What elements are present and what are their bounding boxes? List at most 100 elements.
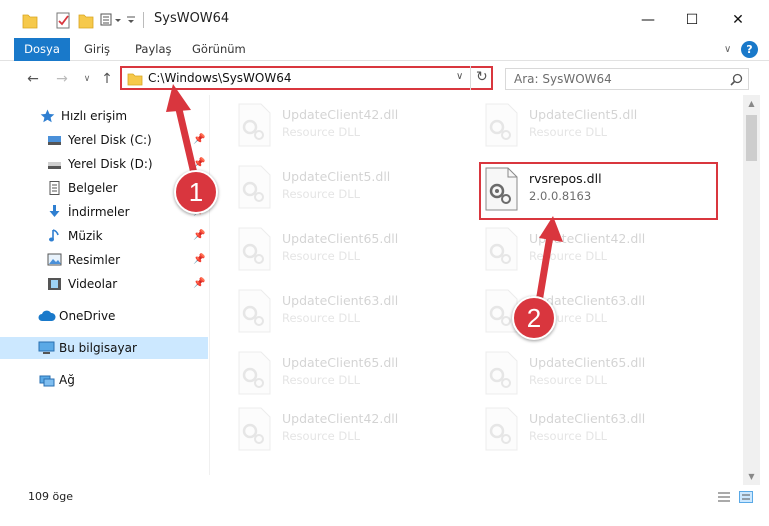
video-icon <box>48 278 61 290</box>
customize-toolbar-icon[interactable] <box>100 10 138 30</box>
dll-file-icon <box>238 165 271 209</box>
tab-share[interactable]: Paylaş <box>127 38 180 61</box>
large-icons-view-icon[interactable] <box>738 490 754 504</box>
tab-view[interactable]: Görünüm <box>184 38 254 61</box>
search-icon[interactable] <box>730 73 743 86</box>
nav-item-onedrive[interactable]: OneDrive <box>0 305 208 327</box>
star-icon <box>40 109 55 123</box>
address-row: ← → ∨ ↑ C:\Windows\SysWOW64 ∨ ↻ Ara: Sys… <box>0 61 769 95</box>
file-description: Resource DLL <box>282 187 361 201</box>
title-bar: SysWOW64 — ☐ ✕ <box>0 0 769 38</box>
pane-divider[interactable] <box>209 95 210 475</box>
nav-item-label: OneDrive <box>59 309 116 323</box>
file-tile[interactable]: UpdateClient65.dll Resource DLL <box>214 221 454 279</box>
nav-item-this-pc[interactable]: Bu bilgisayar <box>0 337 208 359</box>
ribbon-tabs: Dosya Giriş Paylaş Görünüm ∨ ? <box>0 38 769 61</box>
navigation-pane: Hızlı erişim Yerel Disk (C:) 📌 Yerel Dis… <box>0 95 208 485</box>
file-description: Resource DLL <box>529 125 608 139</box>
nav-item-label: Yerel Disk (D:) <box>68 157 153 171</box>
tab-file[interactable]: Dosya <box>14 38 70 61</box>
nav-item-pictures[interactable]: Resimler 📌 <box>0 249 208 271</box>
nav-item-label: Ağ <box>59 373 75 387</box>
file-name: UpdateClient42.dll <box>529 231 646 246</box>
properties-icon[interactable] <box>55 10 71 30</box>
file-tile[interactable]: UpdateClient42.dll Resource DLL <box>214 97 454 155</box>
document-icon <box>49 181 60 195</box>
search-input[interactable]: Ara: SysWOW64 <box>505 68 749 90</box>
scroll-thumb[interactable] <box>746 115 757 161</box>
file-tile[interactable]: UpdateClient65.dll Resource DLL <box>461 345 701 403</box>
back-button[interactable]: ← <box>24 70 42 88</box>
folder-icon[interactable] <box>22 10 38 30</box>
dll-file-icon <box>238 227 271 271</box>
address-path: C:\Windows\SysWOW64 <box>148 71 292 85</box>
nav-item-local-disk-d[interactable]: Yerel Disk (D:) 📌 <box>0 153 208 175</box>
file-name: UpdateClient65.dll <box>529 355 646 370</box>
nav-item-label: Belgeler <box>68 181 118 195</box>
pin-icon: 📌 <box>193 230 206 241</box>
file-name: UpdateClient63.dll <box>529 411 646 426</box>
pin-icon: 📌 <box>193 254 206 265</box>
file-description: Resource DLL <box>282 373 361 387</box>
nav-item-label: Videolar <box>68 277 118 291</box>
file-name: UpdateClient42.dll <box>282 107 399 122</box>
pin-icon: 📌 <box>193 278 206 289</box>
window-title: SysWOW64 <box>154 11 230 26</box>
minimize-button[interactable]: — <box>626 6 670 34</box>
item-count: 109 öge <box>28 490 73 503</box>
details-view-icon[interactable] <box>716 490 732 504</box>
title-separator <box>143 12 144 28</box>
refresh-icon[interactable]: ↻ <box>476 69 488 85</box>
file-name: UpdateClient65.dll <box>282 355 399 370</box>
file-name: UpdateClient63.dll <box>282 293 399 308</box>
highlight-box <box>479 162 718 220</box>
file-tile[interactable]: UpdateClient5.dll Resource DLL <box>214 159 454 217</box>
new-folder-icon[interactable] <box>78 10 94 30</box>
network-icon <box>39 375 55 387</box>
file-tile[interactable]: UpdateClient42.dll Resource DLL <box>214 401 454 459</box>
nav-item-label: Bu bilgisayar <box>59 341 137 355</box>
file-tile[interactable]: UpdateClient63.dll Resource DLL <box>461 283 701 341</box>
file-list: UpdateClient42.dll Resource DLL UpdateCl… <box>214 95 742 485</box>
dll-file-icon <box>238 351 271 395</box>
vertical-scrollbar[interactable]: ▲ ▼ <box>743 95 760 485</box>
nav-item-label: Hızlı erişim <box>61 109 128 123</box>
scroll-down-icon[interactable]: ▼ <box>743 468 760 485</box>
nav-item-network[interactable]: Ağ <box>0 369 208 391</box>
dll-file-icon <box>238 289 271 333</box>
address-dropdown-icon[interactable]: ∨ <box>456 71 463 82</box>
pin-icon: 📌 <box>193 134 206 145</box>
scroll-up-icon[interactable]: ▲ <box>743 95 760 112</box>
recent-locations-button[interactable]: ∨ <box>78 70 96 88</box>
file-tile[interactable]: UpdateClient63.dll Resource DLL <box>214 283 454 341</box>
file-description: Resource DLL <box>282 249 361 263</box>
dll-file-icon <box>485 103 518 147</box>
file-tile[interactable]: UpdateClient42.dll Resource DLL <box>461 221 701 279</box>
ribbon-collapse-icon[interactable]: ∨ <box>716 38 739 61</box>
nav-item-quick-access[interactable]: Hızlı erişim <box>0 105 208 127</box>
download-icon <box>49 205 60 217</box>
maximize-button[interactable]: ☐ <box>670 6 714 34</box>
file-tile[interactable]: UpdateClient5.dll Resource DLL <box>461 97 701 155</box>
nav-item-music[interactable]: Müzik 📌 <box>0 225 208 247</box>
file-tile[interactable]: UpdateClient65.dll Resource DLL <box>214 345 454 403</box>
file-name: UpdateClient42.dll <box>282 411 399 426</box>
file-tile[interactable]: UpdateClient63.dll Resource DLL <box>461 401 701 459</box>
close-button[interactable]: ✕ <box>716 6 760 34</box>
help-icon[interactable]: ? <box>741 41 758 58</box>
dll-file-icon <box>485 351 518 395</box>
pictures-icon <box>47 253 62 266</box>
dll-file-icon <box>485 407 518 451</box>
up-button[interactable]: ↑ <box>98 70 116 88</box>
file-description: Resource DLL <box>282 125 361 139</box>
nav-item-local-disk-c[interactable]: Yerel Disk (C:) 📌 <box>0 129 208 151</box>
forward-button[interactable]: → <box>53 70 71 88</box>
nav-item-label: İndirmeler <box>68 205 130 219</box>
drive-icon <box>48 136 61 145</box>
nav-item-videos[interactable]: Videolar 📌 <box>0 273 208 295</box>
file-name: UpdateClient5.dll <box>529 107 638 122</box>
folder-icon <box>127 73 143 86</box>
tab-home[interactable]: Giriş <box>76 38 118 61</box>
address-bar[interactable]: C:\Windows\SysWOW64 ∨ ↻ <box>120 66 493 90</box>
dll-file-icon <box>485 227 518 271</box>
